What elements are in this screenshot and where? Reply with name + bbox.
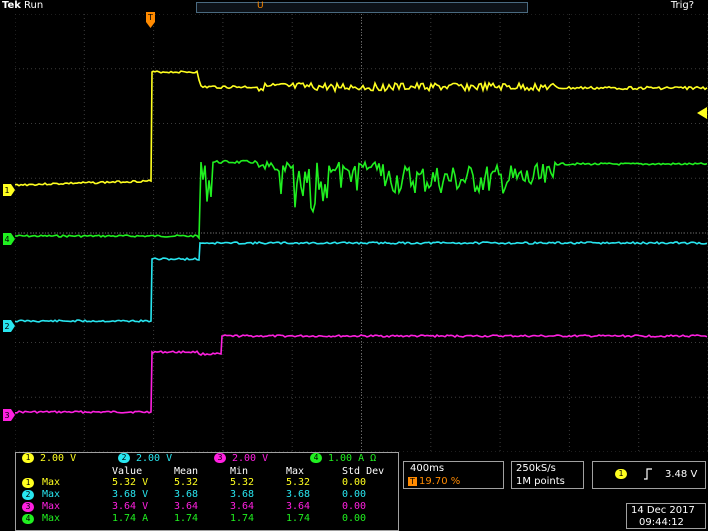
measurement-value: 3.68 V [112, 489, 149, 500]
ch3-badge: 3 [214, 453, 226, 463]
measurement-std: 0.00 [342, 477, 367, 488]
ch4-scale-value: 1.00 A [328, 453, 365, 464]
measurement-std: 0.00 [342, 489, 367, 500]
measurement-value: 1.74 A [112, 513, 149, 524]
trigger-status: Trig? [670, 0, 694, 11]
measurement-max: 3.64 [286, 501, 311, 512]
channel-1-marker-label: 1 [4, 186, 9, 195]
brand-logo: Tek [2, 0, 21, 11]
col-header-min: Min [230, 466, 249, 477]
rising-edge-icon [643, 468, 653, 483]
measurement-max: 5.32 [286, 477, 311, 488]
measurement-channel-badge: 3 [22, 502, 34, 512]
channel-4-marker-label: 4 [4, 235, 9, 244]
trigger-position-icon: T [408, 476, 417, 486]
ch1-badge: 1 [22, 453, 34, 463]
measurement-channel-badge: 1 [22, 478, 34, 488]
channel-2-marker-label: 2 [4, 322, 9, 331]
ch2-badge: 2 [118, 453, 130, 463]
channel-scales: 1 2.00 V 2 2.00 V 3 2.00 V 4 1.00 A Ω [18, 453, 398, 465]
channel-3-marker-label: 3 [4, 411, 9, 420]
ch4-scale[interactable]: 4 1.00 A Ω [310, 453, 376, 465]
horizontal-position: T 19.70 % [408, 476, 460, 487]
trigger-time-marker[interactable]: T [146, 12, 155, 28]
record-view-bar[interactable] [196, 2, 528, 13]
measurement-max: 3.68 [286, 489, 311, 500]
measurement-min: 3.64 [230, 501, 255, 512]
measurement-min: 1.74 [230, 513, 255, 524]
measurement-value: 5.32 V [112, 477, 149, 488]
measurement-row[interactable]: 2 Max 3.68 V 3.68 3.68 3.68 0.00 [18, 490, 398, 500]
measurement-mean: 1.74 [174, 513, 199, 524]
time-text: 09:44:12 [639, 517, 684, 528]
col-header-std-dev: Std Dev [342, 466, 385, 477]
measurement-channel-badge: 4 [22, 514, 34, 524]
trigger-level: 3.48 V [665, 469, 698, 480]
ch2-scale-value: 2.00 V [136, 453, 173, 464]
trigger-source-badge: 1 [615, 469, 627, 479]
date-text: 14 Dec 2017 [631, 505, 695, 516]
measurement-max: 1.74 [286, 513, 311, 524]
measurement-type: Max [42, 501, 61, 512]
timebase-readout[interactable]: 400ms T 19.70 % [403, 461, 504, 489]
acquisition-state[interactable]: Run [24, 0, 43, 11]
ch1-scale[interactable]: 1 2.00 V [22, 453, 76, 465]
measurement-row[interactable]: 1 Max 5.32 V 5.32 5.32 5.32 0.00 [18, 478, 398, 488]
ch4-badge: 4 [310, 453, 322, 463]
col-header-value: Value [112, 466, 143, 477]
measurement-panel: 1 2.00 V 2 2.00 V 3 2.00 V 4 1.00 A Ω Value … [15, 452, 399, 531]
datetime-readout: 14 Dec 2017 09:44:12 [626, 503, 706, 529]
trigger-level-marker[interactable] [697, 104, 707, 123]
measurement-mean: 3.64 [174, 501, 199, 512]
sample-rate: 250kS/s [516, 463, 556, 474]
acquisition-readout[interactable]: 250kS/s 1M points [511, 461, 584, 489]
measurement-type: Max [42, 489, 61, 500]
measurement-std: 0.00 [342, 513, 367, 524]
measurement-row[interactable]: 3 Max 3.64 V 3.64 3.64 3.64 0.00 [18, 502, 398, 512]
measurement-mean: 3.68 [174, 489, 199, 500]
measurement-mean: 5.32 [174, 477, 199, 488]
measurement-header-row: Value Mean Min Max Std Dev [18, 467, 398, 477]
ch3-scale-value: 2.00 V [232, 453, 269, 464]
col-header-max: Max [286, 466, 305, 477]
col-header-mean: Mean [174, 466, 199, 477]
measurement-channel-badge: 2 [22, 490, 34, 500]
channel-1-marker[interactable]: 1 [3, 181, 15, 200]
ch4-termination-icon: Ω [370, 453, 377, 464]
ch3-scale[interactable]: 3 2.00 V [214, 453, 268, 465]
measurement-value: 3.64 V [112, 501, 149, 512]
ch2-scale[interactable]: 2 2.00 V [118, 453, 172, 465]
trigger-readout[interactable]: 1 3.48 V [592, 461, 706, 489]
channel-4-marker[interactable]: 4 [3, 230, 15, 249]
channel-2-marker[interactable]: 2 [3, 317, 15, 336]
measurement-row[interactable]: 4 Max 1.74 A 1.74 1.74 1.74 0.00 [18, 514, 398, 524]
measurement-type: Max [42, 477, 61, 488]
trigger-source: 1 [615, 469, 633, 480]
horizontal-scale: 400ms [410, 463, 445, 474]
measurement-std: 0.00 [342, 501, 367, 512]
status-bar: Tek Run U Trig? [0, 0, 708, 14]
channel-3-marker[interactable]: 3 [3, 406, 15, 425]
measurement-type: Max [42, 513, 61, 524]
measurement-min: 3.68 [230, 489, 255, 500]
trigger-position-marker: U [257, 1, 264, 11]
svg-text:T: T [147, 13, 153, 22]
waveform-display[interactable] [15, 14, 708, 452]
measurement-min: 5.32 [230, 477, 255, 488]
record-length: 1M points [516, 476, 565, 487]
ch1-scale-value: 2.00 V [40, 453, 77, 464]
